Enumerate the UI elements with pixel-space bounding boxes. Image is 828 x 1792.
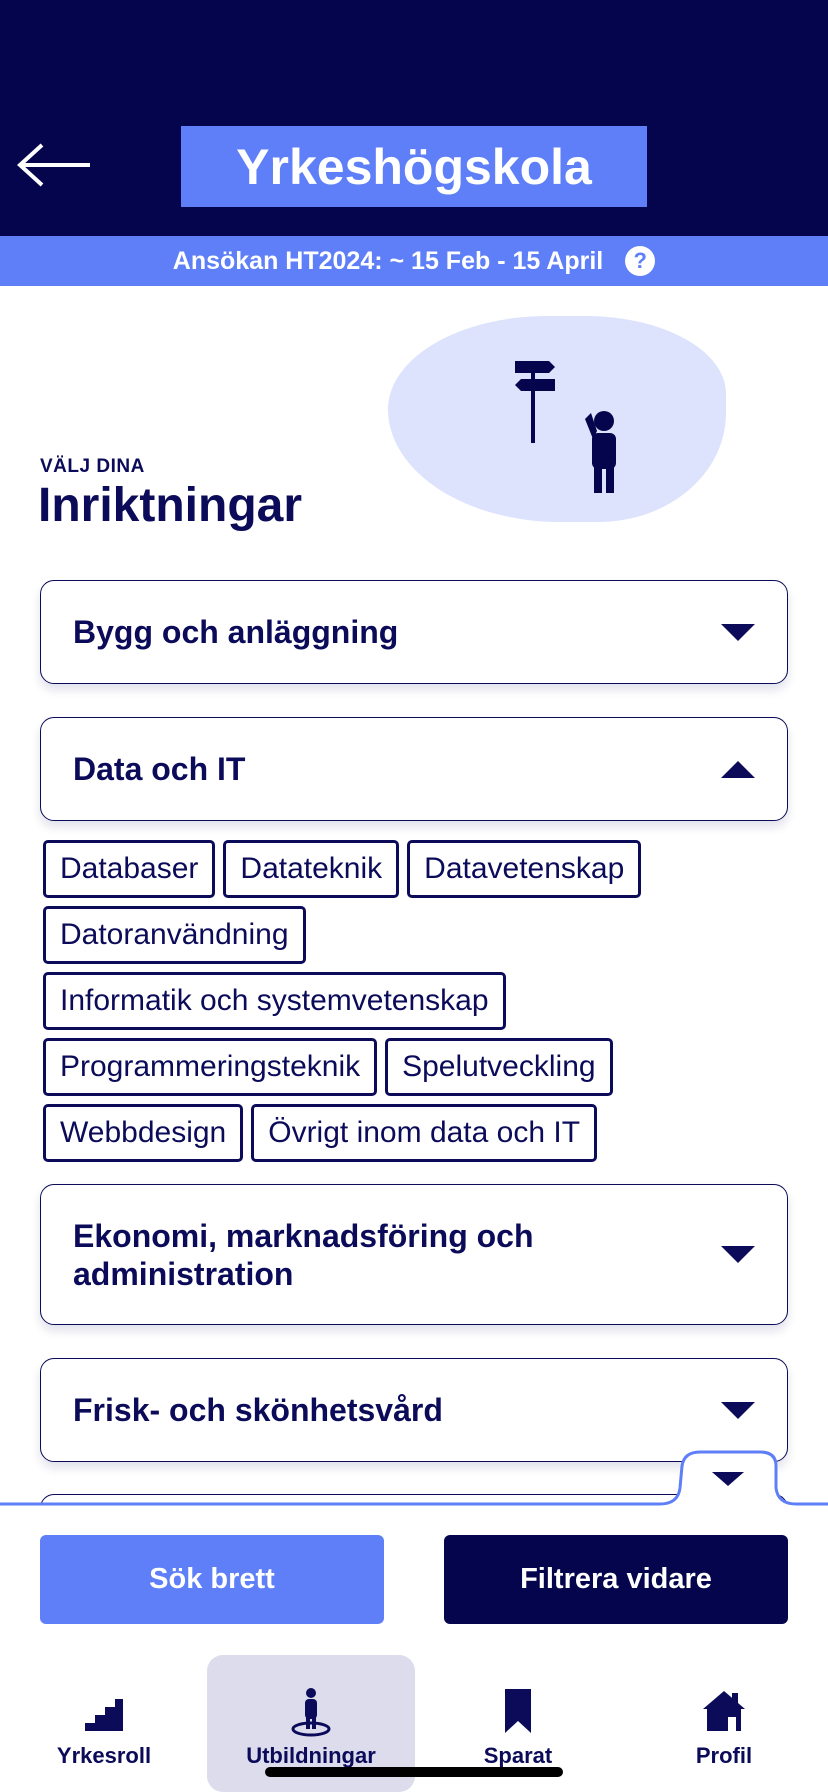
tab-profil[interactable]: Profil (620, 1655, 828, 1792)
chip-webbdesign[interactable]: Webbdesign (43, 1104, 244, 1162)
page-title-box: Yrkeshögskola (181, 126, 647, 207)
chip-spelutveckling[interactable]: Spelutveckling (385, 1038, 613, 1096)
category-ekonomi[interactable]: Ekonomi, marknadsföring och administrati… (40, 1184, 788, 1325)
chip-datateknik[interactable]: Datateknik (223, 840, 400, 898)
collapse-panel-button[interactable] (690, 1452, 770, 1502)
stairs-icon (85, 1699, 123, 1731)
chip-datoranvandning[interactable]: Datoranvändning (43, 906, 306, 964)
chevron-down-icon (721, 623, 755, 641)
tab-label: Profil (695, 1743, 753, 1768)
subcategory-chips: Databaser Datateknik Datavetenskap Dator… (43, 840, 783, 1170)
person-pin-icon (291, 1688, 331, 1737)
chip-datavetenskap[interactable]: Datavetenskap (407, 840, 642, 898)
home-icon (703, 1691, 745, 1731)
back-button[interactable] (14, 140, 94, 190)
tab-label: Yrkesroll (56, 1743, 152, 1768)
category-label: Ekonomi, marknadsföring och administrati… (73, 1217, 534, 1292)
chip-informatik[interactable]: Informatik och systemvetenskap (43, 972, 506, 1030)
chevron-down-icon (721, 1246, 755, 1263)
signpost-person-illustration (515, 361, 616, 493)
chip-ovrigt-data-it[interactable]: Övrigt inom data och IT (251, 1104, 598, 1162)
category-bygg[interactable]: Bygg och anläggning (40, 580, 788, 684)
bookmark-icon (505, 1689, 531, 1733)
section-heading: Inriktningar (38, 479, 303, 532)
page-title: Yrkeshögskola (236, 138, 592, 195)
application-info-bar: Ansökan HT2024: ~ 15 Feb - 15 April ? (0, 236, 828, 286)
category-data-it[interactable]: Data och IT (40, 717, 788, 821)
arrow-left-icon (17, 143, 90, 187)
chevron-down-icon (721, 1401, 755, 1419)
category-frisk[interactable]: Frisk- och skönhetsvård (40, 1358, 788, 1462)
category-label: Bygg och anläggning (73, 614, 399, 650)
search-broad-button[interactable]: Sök brett (40, 1535, 384, 1624)
question-circle-icon[interactable]: ? (625, 246, 656, 276)
filter-more-button[interactable]: Filtrera vidare (444, 1535, 788, 1624)
category-label: Data och IT (73, 751, 246, 787)
tab-yrkesroll[interactable]: Yrkesroll (0, 1655, 208, 1792)
section-sub-heading: VÄLJ DINA (40, 456, 145, 477)
chip-databaser[interactable]: Databaser (43, 840, 216, 898)
top-bar: Yrkeshögskola (0, 0, 828, 236)
category-label: Frisk- och skönhetsvård (73, 1392, 443, 1428)
chip-programmeringsteknik[interactable]: Programmeringsteknik (43, 1038, 378, 1096)
chevron-up-icon (721, 760, 755, 778)
home-indicator (265, 1767, 563, 1777)
application-period-text: Ansökan HT2024: ~ 15 Feb - 15 April (172, 246, 604, 275)
tab-label: Utbildningar (246, 1743, 376, 1768)
tab-label: Sparat (483, 1743, 553, 1768)
